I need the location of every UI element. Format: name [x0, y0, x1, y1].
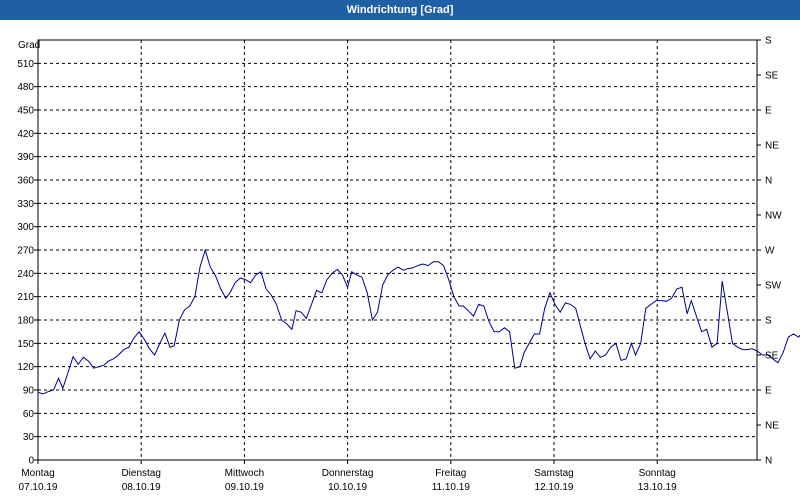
y-tick-label: 0	[28, 456, 34, 467]
right-tick-label: NE	[765, 421, 779, 432]
right-tick-label: SE	[765, 71, 779, 82]
chart-title-bar: Windrichtung [Grad]	[0, 0, 800, 20]
x-tick-day: Mittwoch	[225, 468, 264, 479]
x-tick-date: 10.10.19	[328, 482, 367, 493]
grid	[38, 39, 757, 460]
y-axis-label: Grad	[18, 40, 40, 51]
y-tick-label: 90	[23, 386, 35, 397]
x-tick-day: Donnerstag	[322, 468, 374, 479]
x-tick-day: Sonntag	[639, 468, 676, 479]
y-tick-label: 240	[17, 269, 34, 280]
x-tick-day: Dienstag	[121, 468, 160, 479]
right-tick-label: NE	[765, 141, 779, 152]
right-tick-label: E	[765, 386, 772, 397]
right-axis: N NE E SE S SW W NW N NE E SE S	[757, 36, 782, 467]
y-tick-label: 360	[17, 176, 34, 187]
right-tick-label: E	[765, 106, 772, 117]
wind-direction-series-line	[37, 248, 800, 395]
x-tick-date: 13.10.19	[638, 482, 677, 493]
y-tick-label: 270	[17, 246, 34, 257]
x-tick-day: Freitag	[435, 468, 466, 479]
y-tick-label: 480	[17, 82, 34, 93]
y-tick-label: 450	[17, 106, 34, 117]
right-tick-label: S	[765, 36, 772, 47]
x-tick-date: 11.10.19	[432, 482, 471, 493]
y-tick-label: 30	[23, 432, 35, 443]
y-tick-label: 390	[17, 152, 34, 163]
y-tick-label: 300	[17, 222, 34, 233]
wind-direction-chart: 0 30 60 90 120 150 180 210 240 270 300 330 360 390 420…	[17, 36, 800, 493]
y-tick-label: 330	[17, 199, 34, 210]
right-tick-label: SE	[765, 351, 779, 362]
x-tick-day: Samstag	[534, 468, 573, 479]
y-tick-label: 210	[17, 292, 34, 303]
right-tick-label: N	[765, 176, 772, 187]
y-tick-label: 120	[17, 362, 34, 373]
left-axis: 0 30 60 90 120 150 180 210 240 270 300 330 360 390 420…	[17, 59, 38, 467]
y-tick-label: 510	[17, 59, 34, 70]
x-axis: Montag 07.10.19 Dienstag 08.10.19 Mittwoch 09…	[19, 460, 677, 493]
plot-frame	[37, 39, 758, 461]
right-tick-label: S	[765, 316, 772, 327]
x-tick-date: 07.10.19	[19, 482, 58, 493]
x-tick-date: 12.10.19	[535, 482, 574, 493]
right-tick-label: SW	[765, 281, 782, 292]
right-tick-label: NW	[765, 211, 782, 222]
x-tick-day: Montag	[21, 468, 54, 479]
y-tick-label: 150	[17, 339, 34, 350]
y-tick-label: 420	[17, 129, 34, 140]
chart-title: Windrichtung [Grad]	[346, 4, 454, 16]
y-tick-label: 60	[23, 409, 35, 420]
right-tick-label: N	[765, 456, 772, 467]
x-tick-date: 08.10.19	[122, 482, 161, 493]
right-tick-label: W	[765, 246, 775, 257]
x-tick-date: 09.10.19	[225, 482, 264, 493]
y-tick-label: 180	[17, 316, 34, 327]
